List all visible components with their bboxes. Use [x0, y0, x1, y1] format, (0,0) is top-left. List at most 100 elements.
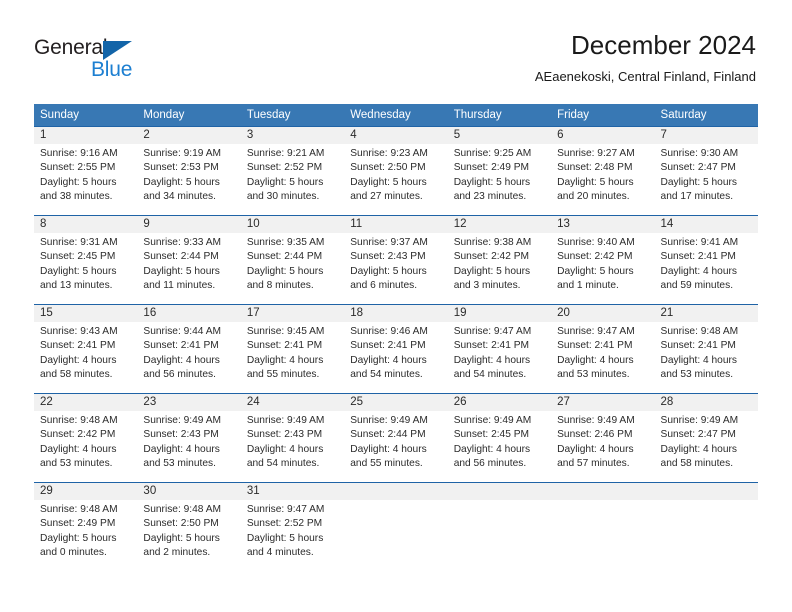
day-cell[interactable]: 5 Sunrise: 9:25 AM Sunset: 2:49 PM Dayli… [447, 127, 552, 215]
day-cell[interactable]: 6 Sunrise: 9:27 AM Sunset: 2:48 PM Dayli… [551, 127, 655, 215]
day-number: 17 [246, 307, 260, 319]
day-details: Sunrise: 9:48 AM Sunset: 2:41 PM Dayligh… [655, 322, 758, 382]
daylight-text-2: and 17 minutes. [660, 190, 734, 202]
day-number-band: 10 [240, 216, 345, 233]
day-details: Sunrise: 9:48 AM Sunset: 2:50 PM Dayligh… [137, 500, 240, 560]
day-cell[interactable]: 14 Sunrise: 9:41 AM Sunset: 2:41 PM Dayl… [654, 216, 758, 304]
day-number-band: 23 [137, 394, 241, 411]
day-number-band: 15 [34, 305, 138, 322]
day-cell[interactable]: 15 Sunrise: 9:43 AM Sunset: 2:41 PM Dayl… [34, 305, 138, 393]
day-number: 20 [557, 307, 570, 319]
day-cell[interactable]: 11 Sunrise: 9:37 AM Sunset: 2:43 PM Dayl… [344, 216, 448, 304]
day-number-band: 25 [344, 394, 448, 411]
daylight-text-2: and 54 minutes. [246, 457, 320, 469]
day-cell[interactable]: 19 Sunrise: 9:47 AM Sunset: 2:41 PM Dayl… [447, 305, 552, 393]
day-details: Sunrise: 9:25 AM Sunset: 2:49 PM Dayligh… [448, 144, 551, 204]
title-block: December 2024 AEaenekoski, Central Finla… [535, 28, 756, 87]
day-cell[interactable]: 17 Sunrise: 9:45 AM Sunset: 2:41 PM Dayl… [240, 305, 345, 393]
day-details: Sunrise: 9:45 AM Sunset: 2:41 PM Dayligh… [241, 322, 344, 382]
day-cell[interactable]: 23 Sunrise: 9:49 AM Sunset: 2:43 PM Dayl… [137, 394, 241, 482]
calendar-grid: Sunday Monday Tuesday Wednesday Thursday… [34, 104, 758, 571]
day-cell-empty [654, 483, 758, 571]
day-cell[interactable]: 13 Sunrise: 9:40 AM Sunset: 2:42 PM Dayl… [551, 216, 655, 304]
day-cell[interactable]: 26 Sunrise: 9:49 AM Sunset: 2:45 PM Dayl… [447, 394, 552, 482]
day-number-band: 6 [551, 127, 655, 144]
sunset-text: Sunset: 2:41 PM [246, 340, 323, 352]
day-details: Sunrise: 9:21 AM Sunset: 2:52 PM Dayligh… [241, 144, 344, 204]
sunset-text: Sunset: 2:46 PM [557, 429, 633, 441]
daylight-text-2: and 53 minutes. [40, 457, 113, 469]
calendar-page: General Blue December 2024 AEaenekoski, … [0, 0, 792, 612]
day-cell[interactable]: 28 Sunrise: 9:49 AM Sunset: 2:47 PM Dayl… [654, 394, 758, 482]
day-cell[interactable]: 9 Sunrise: 9:33 AM Sunset: 2:44 PM Dayli… [137, 216, 241, 304]
day-number-band [344, 483, 448, 500]
day-cell[interactable]: 21 Sunrise: 9:48 AM Sunset: 2:41 PM Dayl… [654, 305, 758, 393]
day-cell[interactable]: 25 Sunrise: 9:49 AM Sunset: 2:44 PM Dayl… [344, 394, 448, 482]
day-number-band [447, 483, 552, 500]
day-cell[interactable]: 31 Sunrise: 9:47 AM Sunset: 2:52 PM Dayl… [240, 483, 345, 571]
sunset-text: Sunset: 2:44 PM [350, 429, 426, 441]
daylight-text-2: and 30 minutes. [246, 190, 320, 202]
daylight-text-2: and 53 minutes. [143, 457, 216, 469]
sunrise-text: Sunrise: 9:48 AM [40, 415, 118, 426]
day-cell[interactable]: 12 Sunrise: 9:38 AM Sunset: 2:42 PM Dayl… [447, 216, 552, 304]
day-number: 18 [350, 307, 364, 319]
sunrise-text: Sunrise: 9:49 AM [660, 415, 739, 426]
sunset-text: Sunset: 2:42 PM [40, 429, 116, 441]
day-details: Sunrise: 9:48 AM Sunset: 2:42 PM Dayligh… [34, 411, 137, 471]
day-cell[interactable]: 4 Sunrise: 9:23 AM Sunset: 2:50 PM Dayli… [344, 127, 448, 215]
sunrise-text: Sunrise: 9:33 AM [143, 237, 222, 248]
sunrise-text: Sunrise: 9:47 AM [246, 504, 325, 515]
day-cell[interactable]: 18 Sunrise: 9:46 AM Sunset: 2:41 PM Dayl… [344, 305, 448, 393]
sunrise-text: Sunrise: 9:27 AM [557, 148, 635, 159]
day-details: Sunrise: 9:49 AM Sunset: 2:43 PM Dayligh… [241, 411, 344, 471]
day-number: 14 [660, 218, 674, 230]
day-cell[interactable]: 22 Sunrise: 9:48 AM Sunset: 2:42 PM Dayl… [34, 394, 138, 482]
week-row: 15 Sunrise: 9:43 AM Sunset: 2:41 PM Dayl… [34, 304, 758, 393]
day-cell[interactable]: 30 Sunrise: 9:48 AM Sunset: 2:50 PM Dayl… [137, 483, 241, 571]
day-cell[interactable]: 7 Sunrise: 9:30 AM Sunset: 2:47 PM Dayli… [654, 127, 758, 215]
day-cell[interactable]: 20 Sunrise: 9:47 AM Sunset: 2:41 PM Dayl… [551, 305, 655, 393]
general-blue-logo: General Blue [34, 36, 174, 82]
sunset-text: Sunset: 2:42 PM [453, 251, 530, 263]
sunset-text: Sunset: 2:52 PM [246, 518, 323, 530]
day-cell[interactable]: 24 Sunrise: 9:49 AM Sunset: 2:43 PM Dayl… [240, 394, 345, 482]
sunset-text: Sunset: 2:41 PM [40, 340, 116, 352]
sunset-text: Sunset: 2:43 PM [143, 429, 219, 441]
daylight-text-1: Daylight: 5 hours [143, 532, 220, 544]
daylight-text-2: and 55 minutes. [246, 368, 320, 380]
daylight-text-1: Daylight: 5 hours [143, 265, 220, 277]
day-number: 19 [453, 307, 467, 319]
day-number-band: 21 [654, 305, 758, 322]
day-details: Sunrise: 9:48 AM Sunset: 2:49 PM Dayligh… [34, 500, 137, 560]
day-number: 21 [660, 307, 674, 319]
sunset-text: Sunset: 2:52 PM [246, 162, 323, 174]
day-cell[interactable]: 27 Sunrise: 9:49 AM Sunset: 2:46 PM Dayl… [551, 394, 655, 482]
day-cell[interactable]: 3 Sunrise: 9:21 AM Sunset: 2:52 PM Dayli… [240, 127, 345, 215]
day-cell[interactable]: 29 Sunrise: 9:48 AM Sunset: 2:49 PM Dayl… [34, 483, 138, 571]
day-cell[interactable]: 8 Sunrise: 9:31 AM Sunset: 2:45 PM Dayli… [34, 216, 138, 304]
day-cell[interactable]: 16 Sunrise: 9:44 AM Sunset: 2:41 PM Dayl… [137, 305, 241, 393]
sunset-text: Sunset: 2:44 PM [246, 251, 323, 263]
sunset-text: Sunset: 2:41 PM [660, 340, 736, 352]
day-number: 10 [246, 218, 260, 230]
week-row: 29 Sunrise: 9:48 AM Sunset: 2:49 PM Dayl… [34, 482, 758, 571]
sunset-text: Sunset: 2:48 PM [557, 162, 633, 174]
day-number-band: 1 [34, 127, 138, 144]
day-number: 8 [40, 218, 47, 230]
day-number-band: 19 [447, 305, 552, 322]
day-cell[interactable]: 10 Sunrise: 9:35 AM Sunset: 2:44 PM Dayl… [240, 216, 345, 304]
daylight-text-1: Daylight: 5 hours [453, 176, 531, 188]
sunrise-text: Sunrise: 9:35 AM [246, 237, 325, 248]
day-cell[interactable]: 1 Sunrise: 9:16 AM Sunset: 2:55 PM Dayli… [34, 127, 138, 215]
day-number: 9 [143, 218, 150, 230]
weekday-friday: Friday [557, 109, 590, 121]
day-details: Sunrise: 9:37 AM Sunset: 2:43 PM Dayligh… [344, 233, 447, 293]
sunrise-text: Sunrise: 9:43 AM [40, 326, 118, 337]
day-details: Sunrise: 9:33 AM Sunset: 2:44 PM Dayligh… [137, 233, 240, 293]
day-details: Sunrise: 9:31 AM Sunset: 2:45 PM Dayligh… [34, 233, 137, 293]
sunrise-text: Sunrise: 9:48 AM [660, 326, 739, 337]
day-cell[interactable]: 2 Sunrise: 9:19 AM Sunset: 2:53 PM Dayli… [137, 127, 241, 215]
daylight-text-2: and 38 minutes. [40, 190, 113, 202]
day-number-band [654, 483, 758, 500]
